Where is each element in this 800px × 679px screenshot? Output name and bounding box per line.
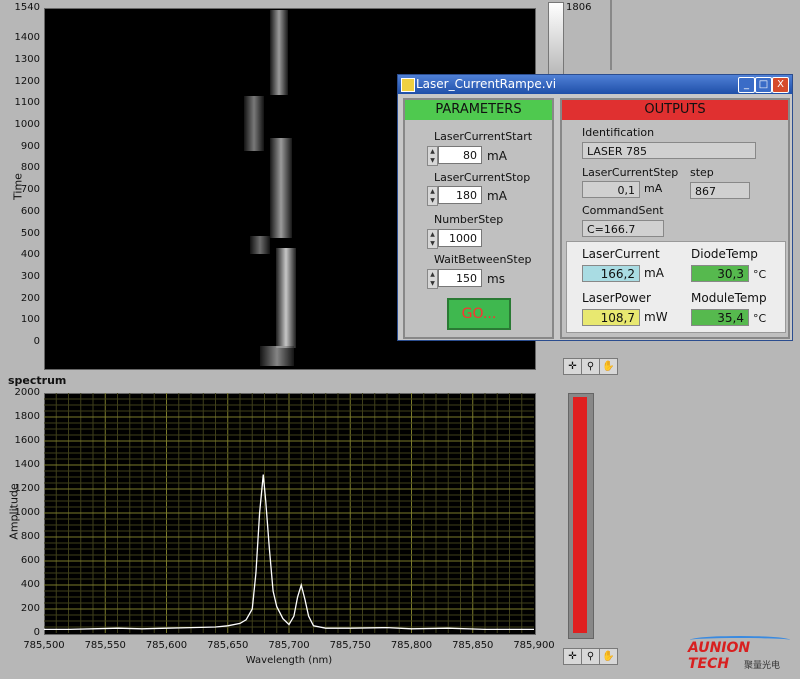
amplitude-tick-label: 200 xyxy=(20,603,40,614)
time-tick-label: 400 xyxy=(20,249,40,261)
wavelength-axis-title: Wavelength (nm) xyxy=(245,655,333,666)
time-tick-label: 1200 xyxy=(14,75,40,87)
minimize-button[interactable]: _ xyxy=(738,77,755,93)
time-tick-label: 200 xyxy=(20,292,40,304)
wait-between-step-label: WaitBetweenStep xyxy=(434,253,532,266)
laser-current-step-indicator: 0,1 xyxy=(582,181,640,198)
wavelength-tick-label: 785,600 xyxy=(145,640,188,651)
aunion-tech-logo: AUNION TECH 聚量光电 xyxy=(680,636,796,672)
time-tick-label: 300 xyxy=(20,270,40,282)
outputs-header: OUTPUTS xyxy=(562,100,788,120)
go-button[interactable]: GO... xyxy=(447,298,511,330)
window-titlebar[interactable]: Laser_CurrentRampe.vi _ □ X xyxy=(398,75,792,94)
step-count-indicator: 867 xyxy=(690,182,750,199)
time-tick-label: 1400 xyxy=(14,32,40,44)
wavelength-tick-label: 785,900 xyxy=(513,640,555,651)
wavelength-tick-label: 785,550 xyxy=(84,640,126,651)
identification-label: Identification xyxy=(582,126,655,139)
pan-tool-icon[interactable]: ✋ xyxy=(599,358,618,375)
wavelength-tick-label: 785,650 xyxy=(207,640,249,651)
time-tick-label: 1000 xyxy=(14,119,40,131)
time-tick-label: 1300 xyxy=(14,54,40,66)
spectrum-title: spectrum xyxy=(8,374,67,387)
right-panel-divider xyxy=(610,0,612,70)
time-tick-label: 1540 xyxy=(14,2,40,13)
number-step-stepper[interactable]: ▲ ▼ xyxy=(427,229,438,249)
laser-current-rampe-window: Laser_CurrentRampe.vi _ □ X PARAMETERS L… xyxy=(397,74,793,341)
diode-temp-unit: °C xyxy=(753,268,767,281)
command-sent-label: CommandSent xyxy=(582,204,664,217)
diode-temp-label: DiodeTemp xyxy=(691,247,758,261)
time-axis-title: Time xyxy=(11,173,25,200)
colorscale-max-label: 1806 xyxy=(566,2,592,13)
window-title: Laser_CurrentRampe.vi xyxy=(416,77,557,91)
amplitude-tick-label: 2000 xyxy=(14,387,40,398)
laser-current-start-stepper[interactable]: ▲ ▼ xyxy=(427,146,438,166)
module-temp-unit: °C xyxy=(753,312,767,325)
amplitude-tick-label: 600 xyxy=(20,555,40,566)
diode-temp-indicator: 30,3 xyxy=(691,265,749,282)
laser-power-unit: mW xyxy=(644,310,668,324)
amplitude-tick-label: 1800 xyxy=(14,411,40,422)
zoom-tool-icon[interactable]: ⚲ xyxy=(581,358,600,375)
module-temp-indicator: 35,4 xyxy=(691,309,749,326)
wavelength-tick-label: 785,500 xyxy=(23,640,65,651)
time-tick-label: 500 xyxy=(20,227,40,239)
time-tick-label: 100 xyxy=(20,314,40,326)
laser-power-label: LaserPower xyxy=(582,291,651,305)
laser-current-start-unit: mA xyxy=(487,149,507,163)
laser-current-stop-stepper[interactable]: ▲ ▼ xyxy=(427,186,438,206)
close-button[interactable]: X xyxy=(772,77,789,93)
laser-current-step-unit: mA xyxy=(644,182,663,195)
laser-current-start-input[interactable]: 80 xyxy=(438,146,482,164)
wavelength-tick-label: 785,850 xyxy=(452,640,494,651)
step-count-label: step xyxy=(690,166,714,179)
laser-current-unit: mA xyxy=(644,266,664,280)
wait-between-step-stepper[interactable]: ▲ ▼ xyxy=(427,269,438,289)
cursor-tool-icon[interactable]: ✛ xyxy=(563,648,582,665)
laser-power-indicator: 108,7 xyxy=(582,309,640,326)
number-step-input[interactable]: 1000 xyxy=(438,229,482,247)
laser-current-stop-unit: mA xyxy=(487,189,507,203)
identification-indicator: LASER 785 xyxy=(582,142,756,159)
laser-current-step-label: LaserCurrentStep xyxy=(582,166,679,179)
amplitude-tick-label: 0 xyxy=(33,627,40,638)
maximize-button[interactable]: □ xyxy=(755,77,772,93)
amplitude-axis-title: Amplitude xyxy=(7,483,21,540)
cursor-tool-icon[interactable]: ✛ xyxy=(563,358,582,375)
logo-subtitle: 聚量光电 xyxy=(744,661,781,671)
time-tick-label: 1100 xyxy=(14,97,40,109)
laser-current-stop-label: LaserCurrentStop xyxy=(434,171,531,184)
outputs-panel: OUTPUTS Identification LASER 785 LaserCu… xyxy=(560,98,790,339)
time-tick-label: 600 xyxy=(20,205,40,217)
wavelength-tick-label: 785,750 xyxy=(329,640,371,651)
laser-current-start-label: LaserCurrentStart xyxy=(434,130,533,143)
command-sent-indicator: C=166.7 xyxy=(582,220,664,237)
amplitude-tick-label: 400 xyxy=(20,579,40,590)
module-temp-label: ModuleTemp xyxy=(691,291,767,305)
time-tick-label: 900 xyxy=(20,140,40,152)
wavelength-tick-label: 785,800 xyxy=(390,640,433,651)
wavelength-tick-label: 785,700 xyxy=(268,640,310,651)
number-step-label: NumberStep xyxy=(434,213,504,226)
pan-tool-icon[interactable]: ✋ xyxy=(599,648,618,665)
vi-icon xyxy=(401,78,415,92)
laser-current-indicator: 166,2 xyxy=(582,265,640,282)
amplitude-tick-label: 1600 xyxy=(14,435,40,446)
parameters-panel: PARAMETERS LaserCurrentStart ▲ ▼ 80 mA La… xyxy=(403,98,554,339)
time-tick-label: 0 xyxy=(33,336,40,347)
laser-current-stop-input[interactable]: 180 xyxy=(438,186,482,204)
level-meter-bar xyxy=(573,397,587,633)
spectrum-chart xyxy=(44,393,534,633)
amplitude-tick-label: 1400 xyxy=(14,459,40,470)
laser-current-label: LaserCurrent xyxy=(582,247,660,261)
zoom-tool-icon[interactable]: ⚲ xyxy=(581,648,600,665)
parameters-header: PARAMETERS xyxy=(405,100,552,120)
wait-between-step-input[interactable]: 150 xyxy=(438,269,482,287)
wait-between-step-unit: ms xyxy=(487,272,505,286)
